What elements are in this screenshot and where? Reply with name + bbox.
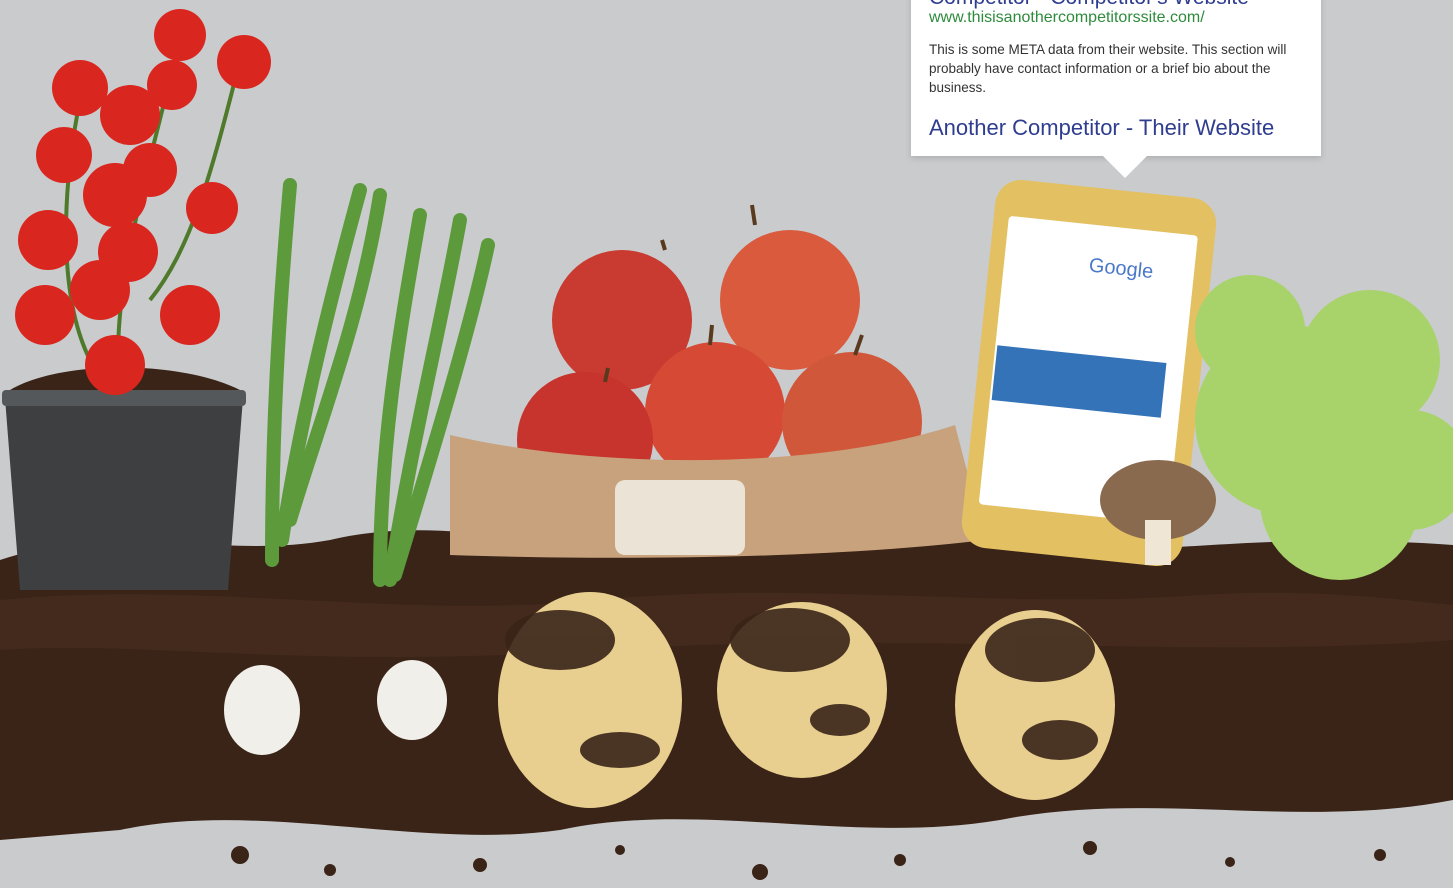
second-result-title[interactable]: Another Competitor - Their Website — [929, 115, 1274, 141]
scene: Google Competitor - Competitor's Website… — [0, 0, 1453, 888]
search-result-callout: Competitor - Competitor's Website www.th… — [911, 0, 1321, 178]
first-result-url[interactable]: www.thisisanothercompetitorssite.com/ — [929, 9, 1205, 27]
tomato-pot — [2, 367, 246, 590]
first-result-meta: This is some META data from their websit… — [929, 42, 1287, 95]
